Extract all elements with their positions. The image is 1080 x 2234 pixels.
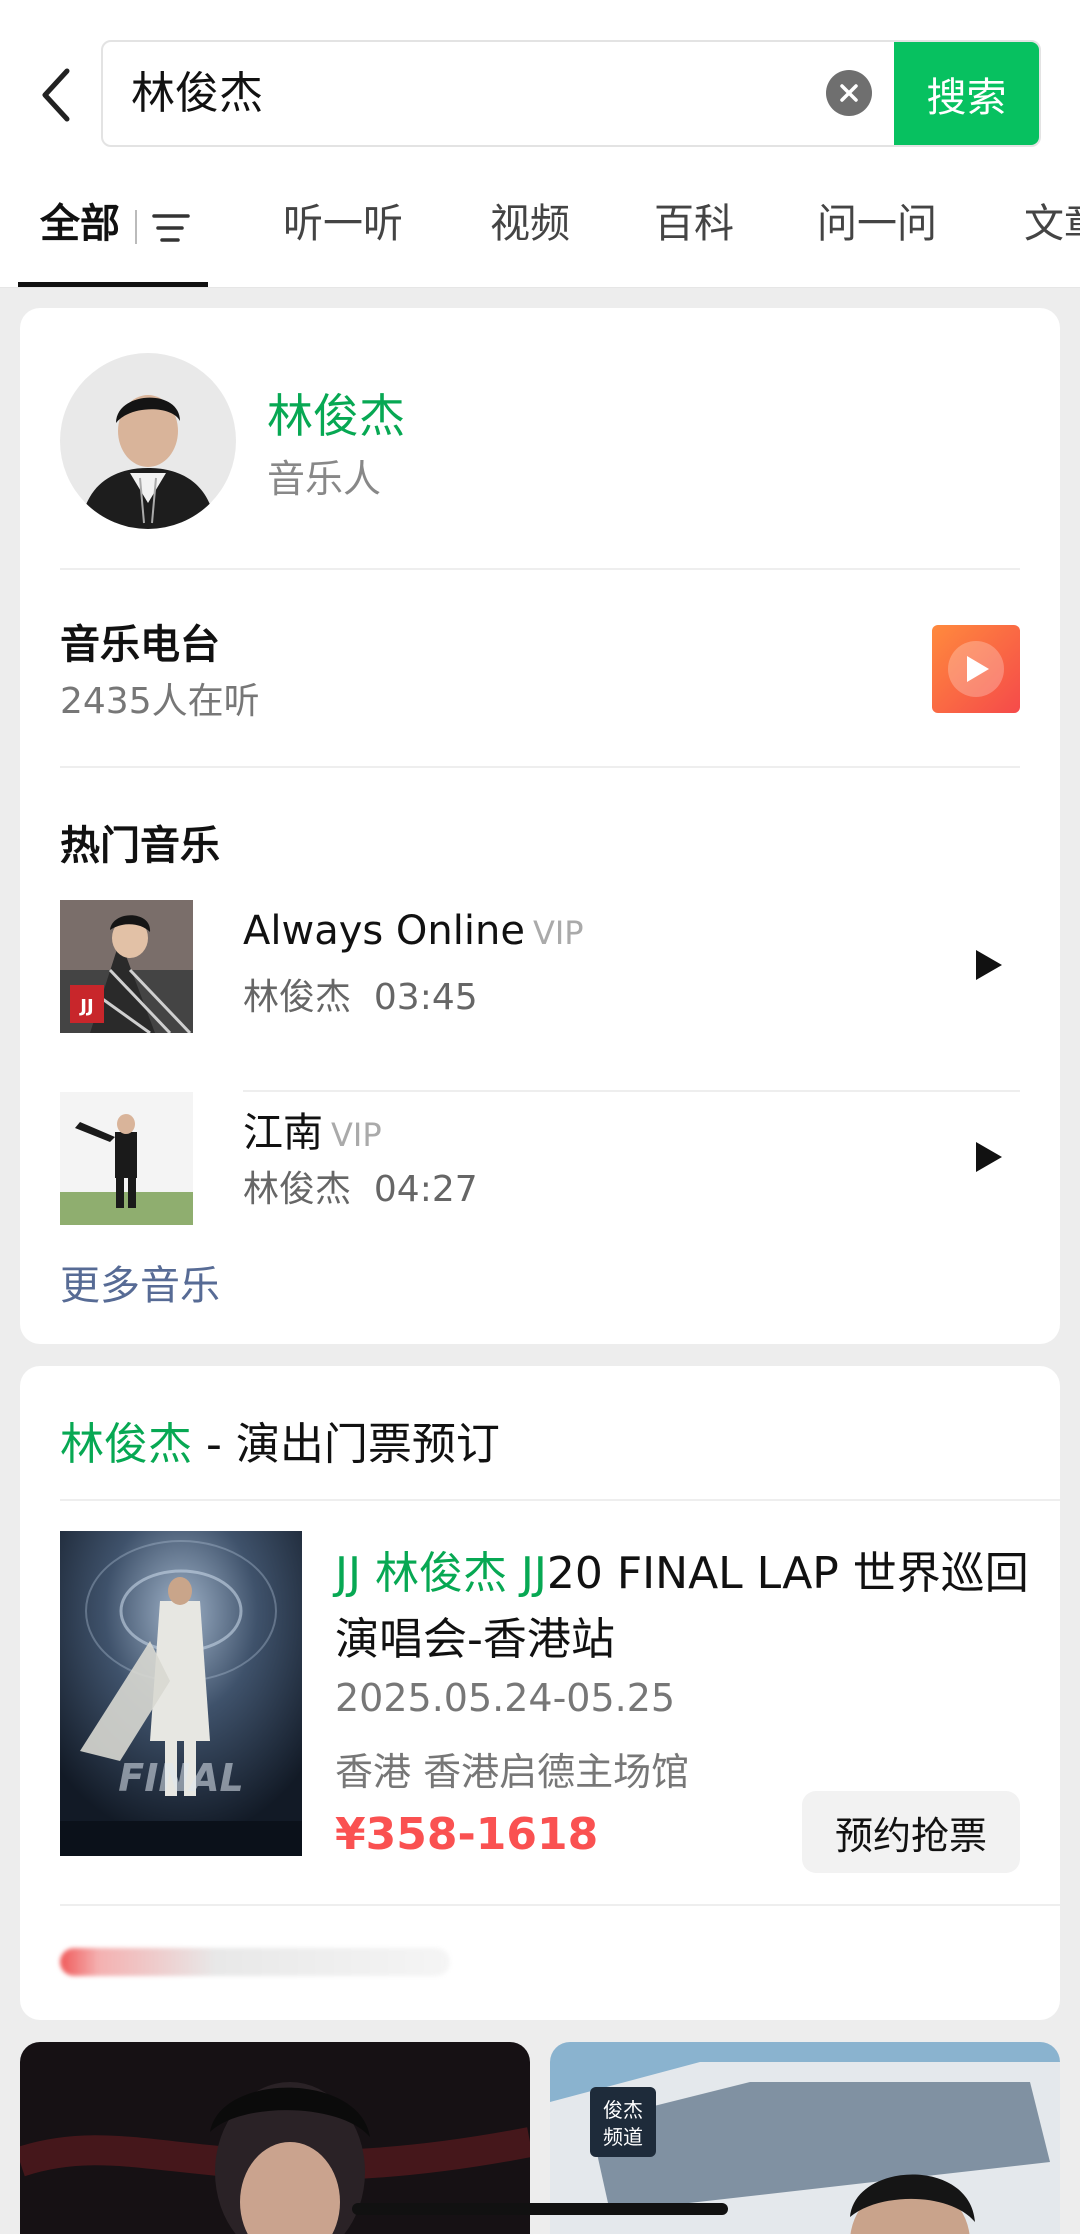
song-duration: 03:45 xyxy=(373,977,478,1018)
ticket-card: 林俊杰 - 演出门票预订 FINAL JJ 林俊杰 JJ20 FINAL LAP… xyxy=(20,1366,1060,2020)
clear-search-button[interactable] xyxy=(826,70,872,116)
play-icon xyxy=(976,1142,1002,1172)
ticket-card-header: 林俊杰 - 演出门票预订 xyxy=(60,1366,1060,1501)
hot-music-heading: 热门音乐 xyxy=(60,823,220,869)
filter-button[interactable] xyxy=(150,208,192,252)
svg-text:JJ: JJ xyxy=(78,996,93,1017)
radio-listeners: 2435人在听 xyxy=(60,681,260,722)
tab-articles[interactable]: 文章 xyxy=(1024,175,1080,287)
chevron-left-icon xyxy=(42,68,70,122)
tab-divider xyxy=(135,210,137,244)
active-tab-indicator xyxy=(18,282,208,287)
search-input[interactable]: 林俊杰 xyxy=(131,42,791,145)
radio-title: 音乐电台 xyxy=(60,622,220,668)
song-cover: JJ xyxy=(60,900,193,1033)
artist-profile[interactable]: 林俊杰 音乐人 xyxy=(60,308,1020,570)
show-poster: FINAL xyxy=(60,1531,302,1856)
radio-play-ring xyxy=(948,641,1004,697)
tab-encyclopedia[interactable]: 百科 xyxy=(654,175,734,287)
blurred-placeholder xyxy=(60,1948,450,1976)
artist-card: 林俊杰 音乐人 音乐电台 2435人在听 热门音乐 JJ Always Onli… xyxy=(20,308,1060,1344)
song-title-row: 江南 VIP xyxy=(243,1100,382,1158)
song-duration: 04:27 xyxy=(373,1169,478,1210)
tab-ask[interactable]: 问一问 xyxy=(817,175,937,287)
song-cover xyxy=(60,1092,193,1225)
vip-badge: VIP xyxy=(331,1116,382,1154)
show-price: ¥358-1618 xyxy=(335,1809,599,1860)
music-radio-row[interactable]: 音乐电台 2435人在听 xyxy=(60,570,1020,768)
artist-role: 音乐人 xyxy=(267,457,382,501)
svg-text:频道: 频道 xyxy=(603,2125,643,2149)
ticket-heading-artist: 林俊杰 xyxy=(60,1419,192,1470)
tab-videos[interactable]: 视频 xyxy=(490,175,570,287)
song-play-button[interactable] xyxy=(964,940,1014,990)
book-ticket-button[interactable]: 预约抢票 xyxy=(802,1791,1020,1873)
home-indicator xyxy=(352,2203,728,2215)
show-title[interactable]: JJ 林俊杰 JJ20 FINAL LAP 世界巡回演唱会-香港站 xyxy=(335,1541,1035,1673)
song-title: Always Online xyxy=(243,908,525,954)
play-icon xyxy=(976,950,1002,980)
vip-badge: VIP xyxy=(532,914,584,952)
search-results-page: 林俊杰 搜索 全部 听一听 视频 百科 问一问 文 林俊杰 音乐人 音乐电台 2… xyxy=(0,0,1080,2234)
tab-bar: 全部 听一听 视频 百科 问一问 文章 xyxy=(0,175,1080,288)
show-item[interactable]: FINAL JJ 林俊杰 JJ20 FINAL LAP 世界巡回演唱会-香港站 … xyxy=(60,1501,1060,1906)
ticket-heading: 林俊杰 - 演出门票预订 xyxy=(60,1408,500,1472)
tab-all[interactable]: 全部 xyxy=(40,175,120,287)
play-icon xyxy=(967,656,989,682)
svg-text:俊杰: 俊杰 xyxy=(603,2098,643,2122)
show-title-highlight: JJ 林俊杰 JJ xyxy=(335,1548,547,1599)
search-button[interactable]: 搜索 xyxy=(894,42,1039,145)
show-date: 2025.05.24-05.25 xyxy=(335,1676,676,1720)
close-icon xyxy=(840,84,858,102)
svg-text:FINAL: FINAL xyxy=(118,1756,244,1800)
search-field[interactable]: 林俊杰 搜索 xyxy=(101,40,1041,147)
song-meta: 林俊杰 04:27 xyxy=(243,1160,478,1212)
show-venue: 香港 香港启德主场馆 xyxy=(335,1750,690,1794)
more-music-link[interactable]: 更多音乐 xyxy=(60,1253,220,1311)
avatar[interactable] xyxy=(60,353,236,529)
header: 林俊杰 搜索 全部 听一听 视频 百科 问一问 文 xyxy=(0,0,1080,288)
song-artist: 林俊杰 xyxy=(243,977,352,1018)
tab-listen[interactable]: 听一听 xyxy=(283,175,403,287)
song-title-row: Always Online VIP xyxy=(243,908,584,954)
song-title: 江南 xyxy=(243,1110,323,1156)
filter-icon xyxy=(152,214,190,242)
song-item[interactable]: JJ Always Online VIP 林俊杰 03:45 xyxy=(60,900,1020,1092)
search-bar: 林俊杰 搜索 xyxy=(0,0,1080,175)
song-artist: 林俊杰 xyxy=(243,1169,352,1210)
song-meta: 林俊杰 03:45 xyxy=(243,968,478,1020)
radio-play-button[interactable] xyxy=(932,625,1020,713)
song-play-button[interactable] xyxy=(964,1132,1014,1182)
back-button[interactable] xyxy=(28,60,84,130)
artist-name[interactable]: 林俊杰 xyxy=(267,380,405,446)
ticket-heading-label: - 演出门票预订 xyxy=(192,1419,500,1470)
